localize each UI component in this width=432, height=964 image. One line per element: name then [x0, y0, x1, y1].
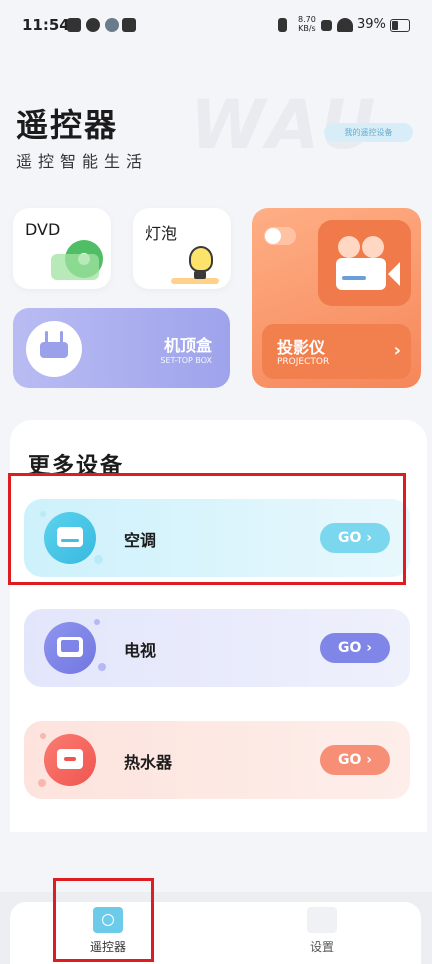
device-card-label: 灯泡 — [145, 224, 178, 243]
status-time: 11:54 — [22, 16, 70, 34]
device-card-settop-box[interactable]: 机顶盒 SET-TOP BOX — [13, 308, 230, 388]
device-card-sublabel: SET-TOP BOX — [160, 356, 212, 365]
tab-settings[interactable]: 设置 — [272, 902, 372, 964]
device-row-water-heater[interactable]: 热水器 GO › — [24, 721, 410, 799]
device-row-label: 热水器 — [124, 753, 173, 772]
device-card-label: DVD — [25, 220, 61, 239]
notification-icon — [67, 18, 81, 32]
device-card-sublabel: PROJECTOR — [277, 357, 330, 367]
vibrate-icon — [278, 18, 287, 32]
app-notification-icon — [86, 18, 100, 32]
wifi-icon — [337, 18, 353, 32]
network-speed: 8.70 KB/s — [298, 15, 316, 33]
decoration-dot — [94, 619, 100, 625]
page-subtitle: 遥控智能生活 — [16, 152, 149, 171]
lightbulb-icon — [171, 238, 223, 284]
device-card-label: 投影仪 — [277, 338, 326, 357]
mail-icon — [122, 18, 136, 32]
water-heater-icon — [44, 734, 96, 786]
decoration-dot — [38, 779, 46, 787]
device-card-label: 机顶盒 — [163, 336, 212, 355]
status-bar: 11:54 8.70 KB/s 39% — [0, 0, 432, 52]
toggle-icon — [264, 227, 296, 245]
snowflake-icon — [105, 18, 119, 32]
highlight-box-air-conditioner — [8, 473, 406, 585]
decoration-dot — [98, 663, 106, 671]
device-card-dvd[interactable]: DVD — [13, 208, 111, 289]
device-card-projector[interactable]: 投影仪 PROJECTOR › — [252, 208, 421, 388]
battery-icon — [390, 19, 410, 32]
my-devices-button[interactable]: 我的遥控设备 — [324, 123, 413, 142]
decoration-dot — [40, 733, 46, 739]
go-button[interactable]: GO › — [320, 745, 390, 775]
projector-open-button[interactable]: 投影仪 PROJECTOR › — [262, 324, 411, 379]
highlight-box-remote-tab — [53, 878, 154, 962]
tv-icon — [44, 622, 96, 674]
settop-box-icon — [26, 321, 82, 377]
nfc-icon — [321, 20, 332, 31]
go-button[interactable]: GO › — [320, 633, 390, 663]
tab-label: 设置 — [309, 940, 334, 954]
disc-icon — [51, 240, 105, 282]
battery-percent: 39% — [357, 17, 386, 32]
page-title: 遥控器 — [16, 106, 119, 144]
device-row-tv[interactable]: 电视 GO › — [24, 609, 410, 687]
chevron-right-icon: › — [393, 340, 401, 361]
device-card-bulb[interactable]: 灯泡 — [133, 208, 231, 289]
settings-icon — [307, 907, 337, 933]
device-row-label: 电视 — [124, 641, 157, 660]
video-camera-icon — [318, 220, 411, 306]
